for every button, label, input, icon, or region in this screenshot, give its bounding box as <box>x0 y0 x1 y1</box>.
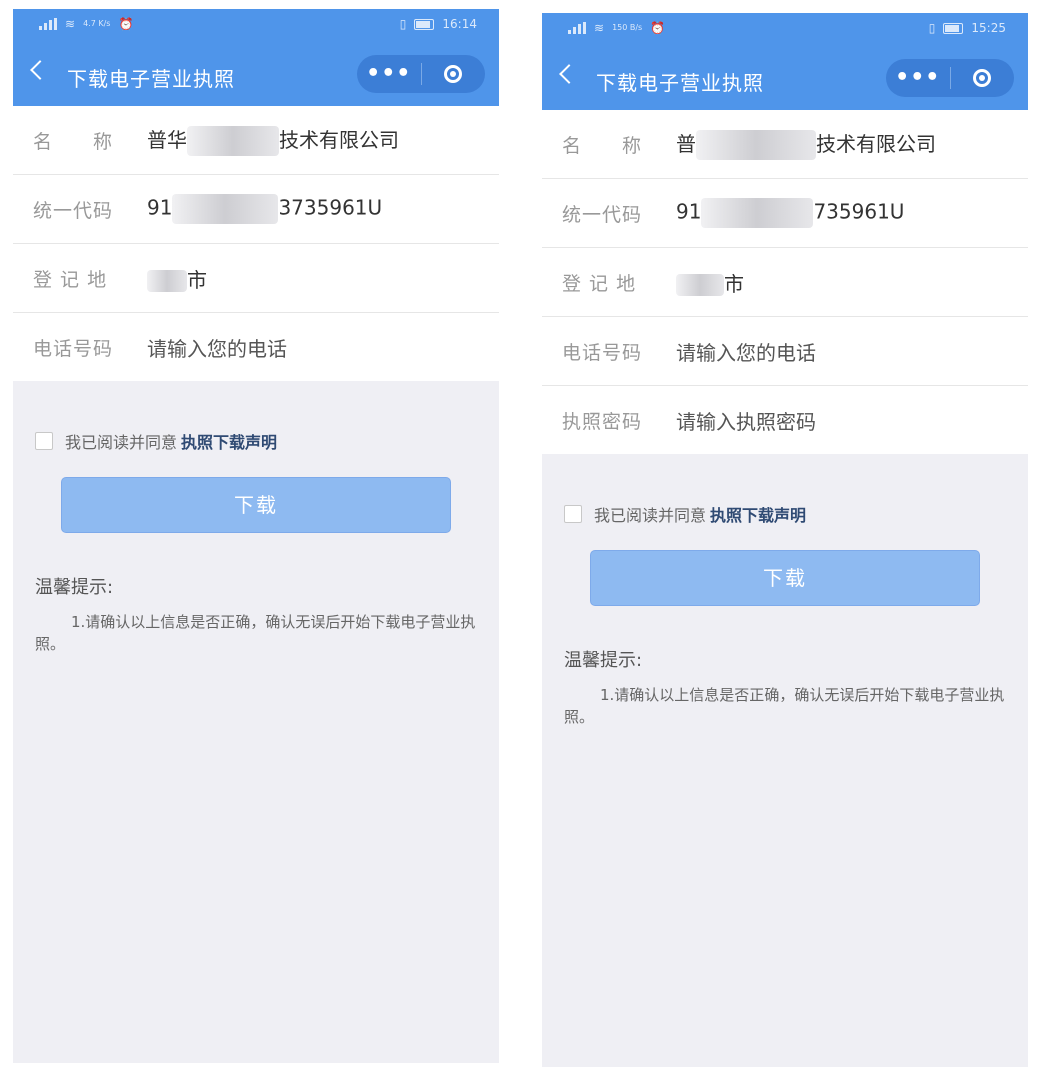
download-button[interactable]: 下载 <box>590 550 980 606</box>
code-label: 统一代码 <box>562 203 643 226</box>
page-title: 下载电子营业执照 <box>67 67 235 91</box>
back-icon[interactable] <box>30 60 50 80</box>
redaction-blur <box>676 274 724 296</box>
back-icon[interactable] <box>559 64 579 84</box>
redaction-blur <box>147 270 187 292</box>
redaction-blur <box>187 126 279 157</box>
status-bar: ≋ 4.7 K/s ⏰ ▯ 16:14 <box>13 9 499 43</box>
signal-icon <box>39 18 57 30</box>
alarm-icon: ⏰ <box>650 21 666 35</box>
agree-checkbox[interactable] <box>35 432 53 450</box>
phone-row[interactable]: 电话号码 请输入您的电话 <box>13 313 499 381</box>
status-bar: ≋ 150 B/s ⏰ ▯ 15:25 <box>542 13 1028 47</box>
target-icon <box>973 69 992 87</box>
tips-body: 1.请确认以上信息是否正确，确认无误后开始下载电子营业执照。 <box>564 686 1005 726</box>
name-row: 名 称 普技术有限公司 <box>542 110 1028 179</box>
name-label: 名 称 <box>562 134 643 157</box>
mini-program-capsule: ••• <box>357 55 485 93</box>
phone-label: 电话号码 <box>33 337 114 360</box>
alarm-icon: ⏰ <box>118 17 134 31</box>
nav-bar: 下载电子营业执照 ••• <box>13 43 499 106</box>
region-label: 登 记 地 <box>562 272 637 295</box>
redaction-blur <box>701 198 814 228</box>
region-label: 登 记 地 <box>33 268 108 291</box>
agreement: 我已阅读并同意 执照下载声明 <box>542 502 1028 526</box>
info-form: 名 称 普技术有限公司 统一代码 91 735961U 登 记 地 市 电话号码 … <box>542 110 1028 454</box>
phone-label: 电话号码 <box>562 341 643 364</box>
redaction-blur <box>696 130 816 161</box>
target-icon <box>444 65 463 83</box>
agree-text: 我已阅读并同意 <box>594 506 707 525</box>
more-icon[interactable]: ••• <box>886 59 950 97</box>
tips-title: 温馨提示: <box>564 650 643 671</box>
phone-row[interactable]: 电话号码 请输入您的电话 <box>542 317 1028 386</box>
region-value: 市 <box>147 264 207 293</box>
agreement: 我已阅读并同意 执照下载声明 <box>13 429 499 453</box>
battery-icon <box>943 22 964 34</box>
battery-icon <box>414 18 435 30</box>
company-name-value: 普华 技术有限公司 <box>147 124 399 157</box>
phone-input[interactable]: 请输入您的电话 <box>147 333 287 362</box>
wifi-icon: ≋ <box>594 21 605 35</box>
code-label: 统一代码 <box>33 199 114 222</box>
phone-input[interactable]: 请输入您的电话 <box>676 337 816 366</box>
tips: 温馨提示: 1.请确认以上信息是否正确，确认无误后开始下载电子营业执照。 <box>13 533 499 655</box>
agree-checkbox[interactable] <box>564 505 582 523</box>
code-row: 统一代码 91 3735961U <box>13 175 499 244</box>
company-name-value: 普技术有限公司 <box>676 128 936 161</box>
phone-screen-right: ≋ 150 B/s ⏰ ▯ 15:25 下载电子营业执照 ••• 名 称 普技术… <box>542 13 1028 1067</box>
signal-icon <box>568 22 586 34</box>
region-row: 登 记 地 市 <box>542 248 1028 317</box>
license-password-row[interactable]: 执照密码 请输入执照密码 <box>542 386 1028 454</box>
statement-link[interactable]: 执照下载声明 <box>710 502 806 526</box>
vibrate-icon: ▯ <box>399 17 407 31</box>
credit-code-value: 91 3735961U <box>147 194 382 224</box>
page-title: 下载电子营业执照 <box>596 71 764 95</box>
credit-code-value: 91 735961U <box>676 198 904 228</box>
tips: 温馨提示: 1.请确认以上信息是否正确，确认无误后开始下载电子营业执照。 <box>542 606 1028 728</box>
agree-text: 我已阅读并同意 <box>65 433 178 452</box>
clock: 16:14 <box>442 17 477 31</box>
redaction-blur <box>172 194 279 224</box>
license-password-input[interactable]: 请输入执照密码 <box>676 406 816 435</box>
download-button[interactable]: 下载 <box>61 477 451 533</box>
close-mini-program-button[interactable] <box>951 69 1015 87</box>
region-row: 登 记 地 市 <box>13 244 499 313</box>
region-value: 市 <box>676 268 744 297</box>
nav-bar: 下载电子营业执照 ••• <box>542 47 1028 110</box>
vibrate-icon: ▯ <box>928 21 936 35</box>
network-speed: 150 B/s <box>612 23 643 32</box>
wifi-icon: ≋ <box>65 17 76 31</box>
network-speed: 4.7 K/s <box>83 19 111 28</box>
more-icon[interactable]: ••• <box>357 55 421 93</box>
close-mini-program-button[interactable] <box>422 65 486 83</box>
name-label: 名 称 <box>33 130 114 153</box>
tips-body: 1.请确认以上信息是否正确，确认无误后开始下载电子营业执照。 <box>35 613 476 653</box>
license-password-label: 执照密码 <box>562 410 643 433</box>
phone-screen-left: ≋ 4.7 K/s ⏰ ▯ 16:14 下载电子营业执照 ••• 名 称 普华技… <box>13 9 499 1063</box>
code-row: 统一代码 91 735961U <box>542 179 1028 248</box>
info-form: 名 称 普华 技术有限公司 统一代码 91 3735961U 登 记 地 市 电话号… <box>13 106 499 381</box>
tips-title: 温馨提示: <box>35 577 114 598</box>
statement-link[interactable]: 执照下载声明 <box>181 429 277 453</box>
clock: 15:25 <box>971 21 1006 35</box>
name-row: 名 称 普华 技术有限公司 <box>13 106 499 175</box>
mini-program-capsule: ••• <box>886 59 1014 97</box>
